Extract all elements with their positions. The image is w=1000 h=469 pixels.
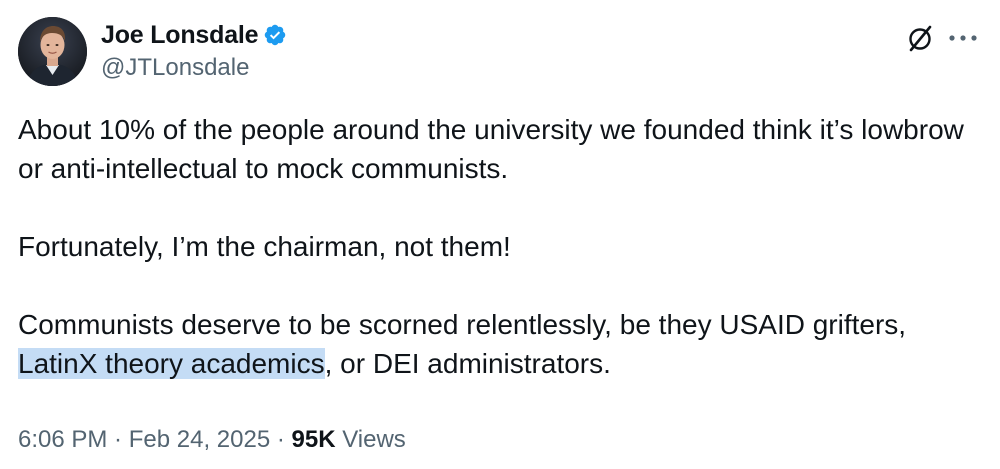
tweet-header: Joe Lonsdale @JTLonsdale xyxy=(18,17,982,87)
tweet-paragraph-3-start: Communists deserve to be scorned relentl… xyxy=(18,309,907,340)
tweet-date[interactable]: Feb 24, 2025 xyxy=(129,426,270,453)
tweet-text: About 10% of the people around the unive… xyxy=(18,110,982,383)
author-handle[interactable]: @JTLonsdale xyxy=(101,54,249,82)
tweet-paragraph-3: Communists deserve to be scorned relentl… xyxy=(18,305,982,383)
author-display-name[interactable]: Joe Lonsdale xyxy=(101,21,259,50)
views-count[interactable]: 95K xyxy=(292,426,336,453)
tweet-time[interactable]: 6:06 PM xyxy=(18,426,107,453)
author-name-row: Joe Lonsdale xyxy=(101,20,287,50)
avatar[interactable] xyxy=(18,17,87,86)
avatar-image xyxy=(18,17,87,86)
verified-badge-icon xyxy=(263,23,287,47)
tweet-meta: 6:06 PM · Feb 24, 2025 · 95K Views xyxy=(18,426,406,454)
more-icon[interactable] xyxy=(947,30,979,46)
tweet-paragraph-3-end: , or DEI administrators. xyxy=(324,348,611,379)
meta-separator: · xyxy=(270,426,292,453)
selected-text-highlight: LatinX theory academics xyxy=(18,348,325,379)
grok-icon[interactable] xyxy=(905,23,935,53)
tweet-paragraph-1: About 10% of the people around the unive… xyxy=(18,114,964,184)
views-label: Views xyxy=(335,426,406,453)
tweet-card: Joe Lonsdale @JTLonsdale About 10% of th… xyxy=(0,0,1000,469)
tweet-paragraph-2: Fortunately, I’m the chairman, not them! xyxy=(18,231,511,262)
meta-separator: · xyxy=(107,426,129,453)
